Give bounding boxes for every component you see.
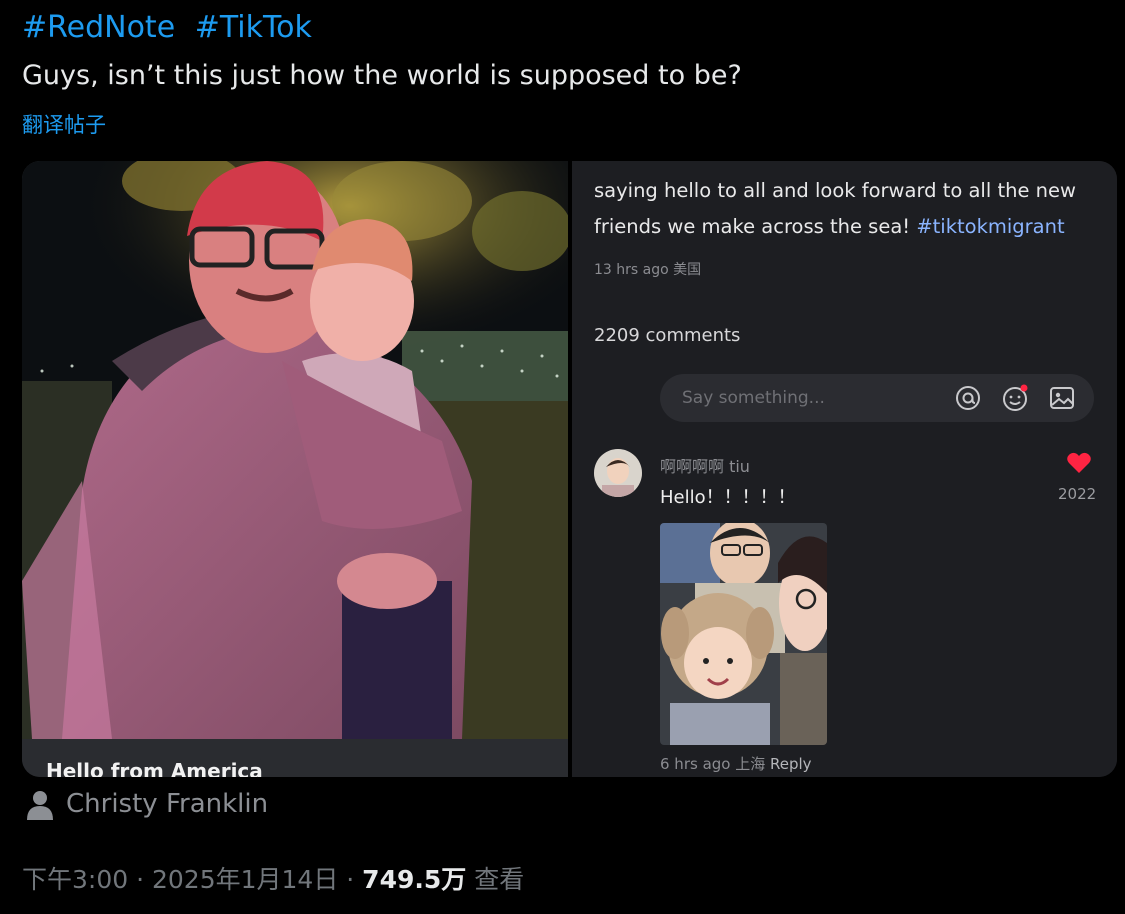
view-count: 749.5万 [362,865,467,894]
reply-link[interactable]: Reply [770,755,812,773]
tweet-text: Guys, isn’t this just how the world is s… [22,60,742,91]
author-name: Christy Franklin [66,789,269,819]
comments-pane: saying hello to all and look forward to … [572,161,1117,777]
separator: · [338,865,363,894]
translate-post-link[interactable]: 翻译帖子 [22,109,106,139]
person-icon [27,791,53,820]
heart-icon[interactable] [1066,451,1092,475]
post-meta: 13 hrs ago 美国 [594,262,702,278]
comment-input-placeholder: Say something... [682,388,825,408]
tweet-time[interactable]: 下午3:00 [22,865,128,894]
photo-pane: Hello from America [22,161,568,777]
separator: · [128,865,152,894]
comment-photo[interactable] [660,523,827,745]
post-hashtag[interactable]: #tiktokmigrant [916,215,1064,238]
comment-time-location: 6 hrs ago 上海 [660,755,766,773]
hashtag-link-tiktok[interactable]: #TikTok [195,10,312,45]
tweet-date[interactable]: 2025年1月14日 [152,865,338,894]
commenter-name[interactable]: 啊啊啊啊 tiu [660,453,750,477]
at-icon[interactable] [954,384,982,412]
tweet-metadata: 下午3:00 · 2025年1月14日 · 749.5万 查看 [22,860,524,896]
family-photo [22,161,568,739]
commenter-avatar[interactable] [594,449,642,497]
image-icon[interactable] [1048,384,1076,412]
hashtags: #RedNote #TikTok [22,10,322,45]
comment-text: Hello！！！！！ [660,487,796,508]
post-text: saying hello to all and look forward to … [594,173,1094,245]
photo-caption: Hello from America [46,759,263,777]
comment-like-count: 2022 [1058,485,1097,503]
comment-input[interactable]: Say something... [660,374,1094,422]
comment-meta: 6 hrs ago 上海 Reply [660,753,812,774]
embedded-screenshot: Hello from America saying hello to all a… [22,161,1117,777]
emoji-icon[interactable] [1001,384,1029,412]
comments-count: 2209 comments [594,325,741,346]
hashtag-link-rednote[interactable]: #RedNote [22,10,175,45]
views-label: 查看 [474,865,525,894]
